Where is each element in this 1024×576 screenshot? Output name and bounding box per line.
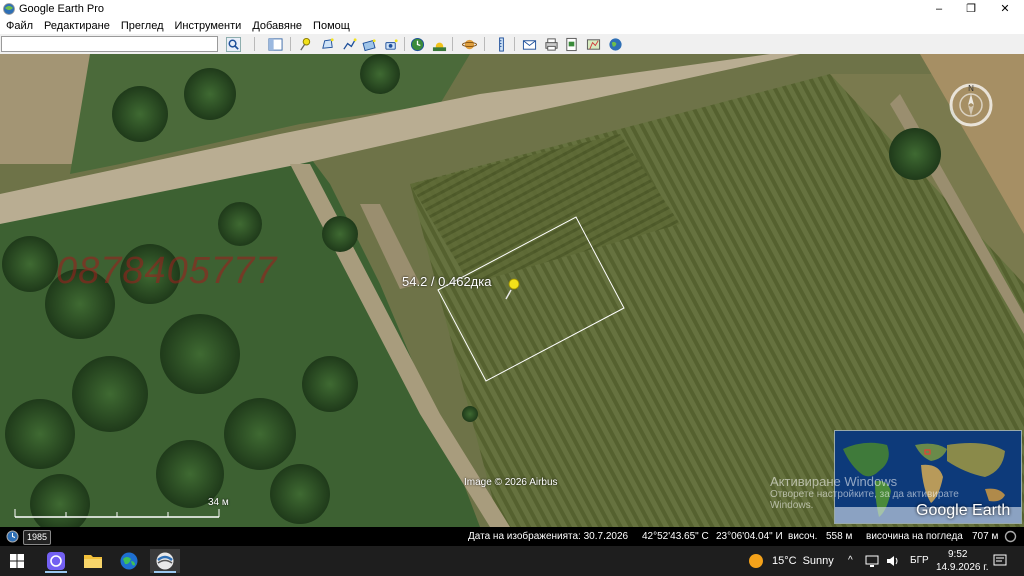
sunlight-button[interactable] [430, 36, 448, 52]
browser-globe-icon [120, 552, 138, 570]
start-button[interactable] [2, 549, 32, 573]
taskbar-file-explorer[interactable] [78, 549, 108, 573]
ruler-icon [498, 36, 504, 52]
menu-tools[interactable]: Инструменти [174, 20, 241, 32]
eye-altitude-value: 707 м [972, 531, 999, 542]
network-icon[interactable] [864, 554, 880, 568]
folder-icon [84, 555, 102, 568]
streaming-indicator-icon [1004, 530, 1017, 543]
windows-taskbar: 15°C Sunny ^ БГР 9:52 14.9.2026 г. [0, 546, 1024, 576]
title-bar: Google Earth Pro [0, 0, 1024, 17]
toolbar [0, 34, 1024, 55]
polygon-icon [321, 37, 334, 49]
globe-icon [608, 37, 622, 51]
sidebar-icon [267, 37, 283, 51]
envelope-icon [522, 39, 536, 50]
imagery-attribution: Image © 2026 Airbus [464, 477, 558, 488]
add-polygon-button[interactable] [318, 36, 336, 52]
google-earth-logo: Google Earth [916, 502, 1011, 519]
image-date: Дата на изображенията: 30.7.2026 [468, 531, 629, 542]
phone-watermark: 0878405777 [56, 250, 278, 292]
clock-time[interactable]: 9:52 [948, 549, 967, 560]
weather-temperature: 15°C [772, 555, 797, 567]
map-view[interactable]: 0878405777 54.2 / 0.462дка Image © 2026 … [0, 54, 1024, 527]
historical-clock-icon[interactable] [6, 530, 19, 543]
latitude: 42°52'43.65" С [642, 531, 709, 542]
magnifier-icon [225, 36, 241, 52]
menu-bar: Файл Редактиране Преглед Инструменти Доб… [0, 17, 1024, 34]
minimize-button[interactable]: – [922, 0, 956, 17]
clock-date[interactable]: 14.9.2026 г. [936, 562, 988, 573]
earth-gallery-button[interactable] [606, 36, 624, 52]
elevation-label: височ. [788, 531, 818, 542]
email-button[interactable] [520, 36, 538, 52]
scale-label: 34 м [208, 497, 229, 508]
menu-view[interactable]: Преглед [121, 20, 164, 32]
status-bar: 1985 Дата на изображенията: 30.7.2026 42… [0, 527, 1024, 546]
clock-globe-icon [410, 37, 424, 51]
elevation-value: 558 м [826, 531, 853, 542]
close-button[interactable]: ✕ [988, 0, 1022, 17]
pushpin-icon [299, 37, 310, 50]
compass-icon[interactable]: N [946, 80, 996, 130]
volume-icon[interactable] [886, 554, 900, 568]
planet-icon [461, 39, 477, 49]
viber-icon [47, 552, 65, 570]
view-in-maps-button[interactable] [584, 36, 602, 52]
path-icon [342, 37, 357, 50]
sun-weather-icon [749, 554, 763, 568]
window-title: Google Earth Pro [19, 2, 104, 15]
ruler-button[interactable] [492, 36, 510, 52]
year-badge[interactable]: 1985 [23, 530, 52, 545]
weather-condition: Sunny [802, 555, 834, 567]
compass-north-label: N [968, 84, 974, 93]
record-tour-button[interactable] [382, 36, 400, 52]
scale-bar [14, 509, 220, 518]
google-earth-taskbar-icon [156, 552, 174, 570]
historical-imagery-button[interactable] [408, 36, 426, 52]
image-overlay-icon [362, 38, 376, 51]
eye-altitude-label: височина на погледа [866, 531, 963, 542]
taskbar-browser[interactable] [114, 549, 144, 573]
add-overlay-button[interactable] [360, 36, 378, 52]
longitude: 23°06'04.04" И [716, 531, 783, 542]
print-button[interactable] [542, 36, 560, 52]
printer-icon [544, 37, 558, 51]
camera-icon [384, 38, 398, 50]
weather-widget[interactable]: 15°C Sunny [748, 553, 834, 569]
save-image-icon [565, 37, 577, 51]
activation-title: Активиране Windows [770, 474, 898, 489]
sidebar-toggle-button[interactable] [266, 36, 284, 52]
search-input[interactable] [1, 36, 218, 52]
tray-overflow-caret[interactable]: ^ [848, 555, 853, 566]
taskbar-viber[interactable] [41, 549, 71, 573]
windows-logo-icon [10, 554, 24, 568]
google-earth-app-icon [3, 2, 15, 15]
save-image-button[interactable] [562, 36, 580, 52]
map-icon [586, 38, 600, 50]
planet-switch-button[interactable] [460, 36, 478, 52]
taskbar-google-earth[interactable] [150, 549, 180, 573]
search-button[interactable] [224, 36, 242, 52]
notification-icon[interactable] [993, 554, 1007, 568]
language-indicator[interactable]: БГР [910, 555, 929, 566]
sun-icon [432, 42, 446, 51]
maximize-button[interactable]: ❐ [954, 0, 988, 17]
add-path-button[interactable] [340, 36, 358, 52]
add-placemark-button[interactable] [296, 36, 314, 52]
menu-file[interactable]: Файл [6, 20, 33, 32]
menu-edit[interactable]: Редактиране [44, 20, 110, 32]
menu-help[interactable]: Помощ [313, 20, 350, 32]
menu-add[interactable]: Добавяне [252, 20, 302, 32]
placemark-label[interactable]: 54.2 / 0.462дка [402, 274, 491, 289]
